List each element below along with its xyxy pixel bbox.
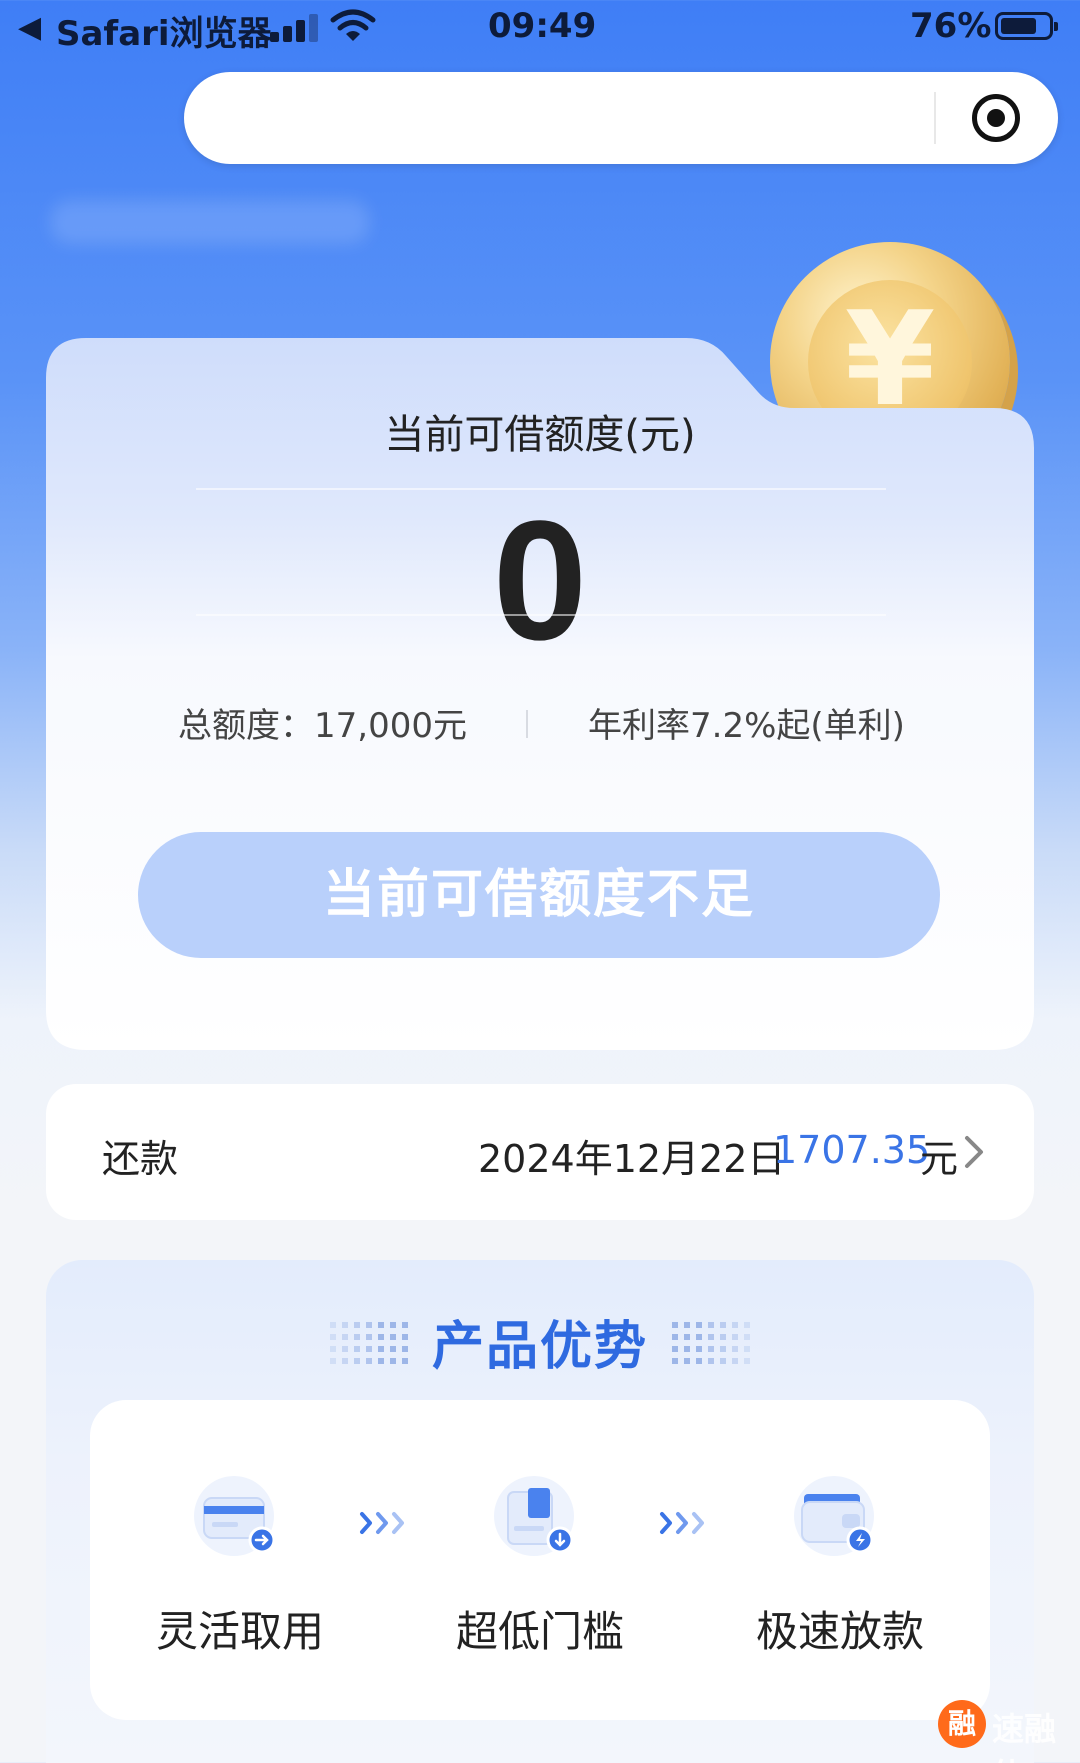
signal-icon	[270, 14, 322, 42]
target-icon[interactable]	[972, 94, 1020, 142]
advantage-label: 极速放款	[755, 1607, 924, 1656]
quota-card: 当前可借额度(元) 0 总额度：17,000元 年利率7.2%起(单利) 当前可…	[46, 338, 1034, 1050]
advantage-low-threshold: 超低门槛	[410, 1400, 670, 1720]
decorative-dots-right	[672, 1322, 750, 1364]
status-bar: ◀ Safari浏览器 09:49 76%	[0, 0, 1080, 56]
repay-unit: 元	[920, 1137, 959, 1181]
total-quota: 总额度：17,000元	[178, 706, 467, 746]
card-icon	[194, 1476, 276, 1556]
watermark-badge: 融	[938, 1700, 986, 1748]
product-advantages-card: 产品优势 灵活取用 超低门槛 极速放款	[46, 1260, 1034, 1763]
watermark-text: 速融侠	[992, 1710, 1057, 1763]
watermark: 融 速融侠	[938, 1696, 1078, 1763]
available-quota-label: 当前可借额度(元)	[384, 412, 696, 458]
advantage-flexible: 灵活取用	[110, 1400, 370, 1720]
repay-row[interactable]: 还款 2024年12月22日 1707.35 元	[46, 1084, 1034, 1220]
document-icon	[494, 1476, 574, 1556]
available-quota-amount: 0	[492, 486, 588, 676]
annual-rate: 年利率7.2%起(单利)	[588, 706, 905, 746]
back-arrow-icon[interactable]: ◀	[18, 10, 41, 45]
url-divider	[934, 92, 936, 144]
chevrons-right-icon	[360, 1512, 404, 1534]
repay-amount: 1707.35	[773, 1128, 931, 1172]
battery-nub	[1054, 22, 1058, 31]
borrow-button[interactable]: 当前可借额度不足	[138, 832, 940, 958]
chevrons-right-icon	[660, 1512, 704, 1534]
divider-line	[196, 614, 886, 616]
advantage-fast-loan: 极速放款	[710, 1400, 970, 1720]
carrier-label[interactable]: Safari浏览器	[56, 6, 272, 55]
advantage-label: 超低门槛	[455, 1607, 624, 1656]
repay-date: 2024年12月22日	[478, 1137, 786, 1181]
battery-icon	[995, 12, 1058, 40]
advantages-heading: 产品优势	[431, 1317, 648, 1377]
advantage-label: 灵活取用	[155, 1607, 324, 1656]
chevron-right-icon[interactable]	[956, 1134, 992, 1170]
advantages-panel: 灵活取用 超低门槛 极速放款	[90, 1400, 990, 1720]
page-title-blurred	[50, 200, 370, 244]
wallet-icon	[794, 1476, 874, 1556]
clock: 09:49	[488, 6, 597, 46]
url-bar[interactable]	[184, 72, 1058, 164]
info-separator	[526, 710, 528, 738]
battery-percent: 76%	[910, 6, 992, 46]
repay-title: 还款	[102, 1137, 179, 1181]
battery-fill	[1001, 18, 1036, 34]
url-text-blurred[interactable]	[206, 90, 1080, 146]
wifi-icon	[330, 9, 376, 41]
